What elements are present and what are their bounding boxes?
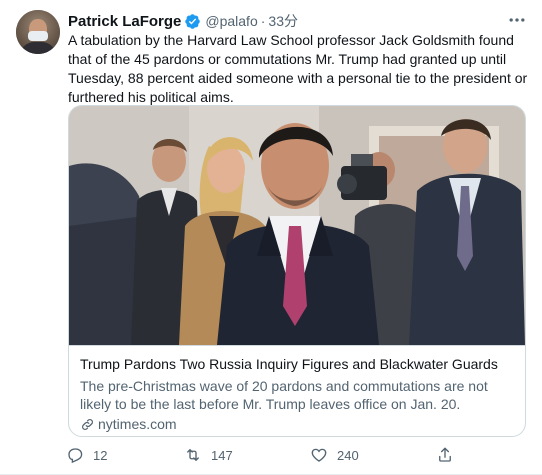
card-description: The pre-Christmas wave of 20 pardons and… xyxy=(80,378,488,412)
heart-icon xyxy=(311,448,327,462)
card-domain-text: nytimes.com xyxy=(98,416,177,432)
more-options-icon[interactable] xyxy=(506,10,528,30)
previous-tweet-edge xyxy=(0,0,542,6)
retweet-count: 147 xyxy=(211,447,233,463)
reply-icon xyxy=(68,448,83,464)
reply-button[interactable]: 12 xyxy=(66,444,107,466)
like-button[interactable]: 240 xyxy=(310,444,359,466)
card-body: Trump Pardons Two Russia Inquiry Figures… xyxy=(69,345,525,436)
card-title: Trump Pardons Two Russia Inquiry Figures… xyxy=(80,356,498,372)
tweet-timestamp[interactable]: 33分 xyxy=(268,11,298,31)
reply-count: 12 xyxy=(93,447,108,463)
author-name[interactable]: Patrick LaForge xyxy=(68,13,181,30)
tweet-text: A tabulation by the Harvard Law School p… xyxy=(68,32,528,105)
avatar[interactable] xyxy=(16,10,60,54)
link-icon xyxy=(82,418,93,430)
card-domain: nytimes.com xyxy=(80,416,514,432)
dot-separator: · xyxy=(260,13,266,29)
retweet-icon xyxy=(187,449,199,461)
action-bar: 12 147 240 xyxy=(66,444,526,466)
retweet-button[interactable]: 147 xyxy=(184,444,233,466)
verified-badge-icon xyxy=(185,13,201,29)
author-handle[interactable]: @palafo xyxy=(205,13,257,29)
like-count: 240 xyxy=(337,447,359,463)
share-icon xyxy=(439,447,451,462)
link-card[interactable]: Trump Pardons Two Russia Inquiry Figures… xyxy=(68,105,526,437)
share-button[interactable] xyxy=(436,444,463,466)
tweet-header: Patrick LaForge @palafo · 33分 xyxy=(68,11,298,31)
tweet[interactable]: Patrick LaForge @palafo · 33分 A tabulati… xyxy=(0,0,542,475)
card-image xyxy=(69,106,525,345)
